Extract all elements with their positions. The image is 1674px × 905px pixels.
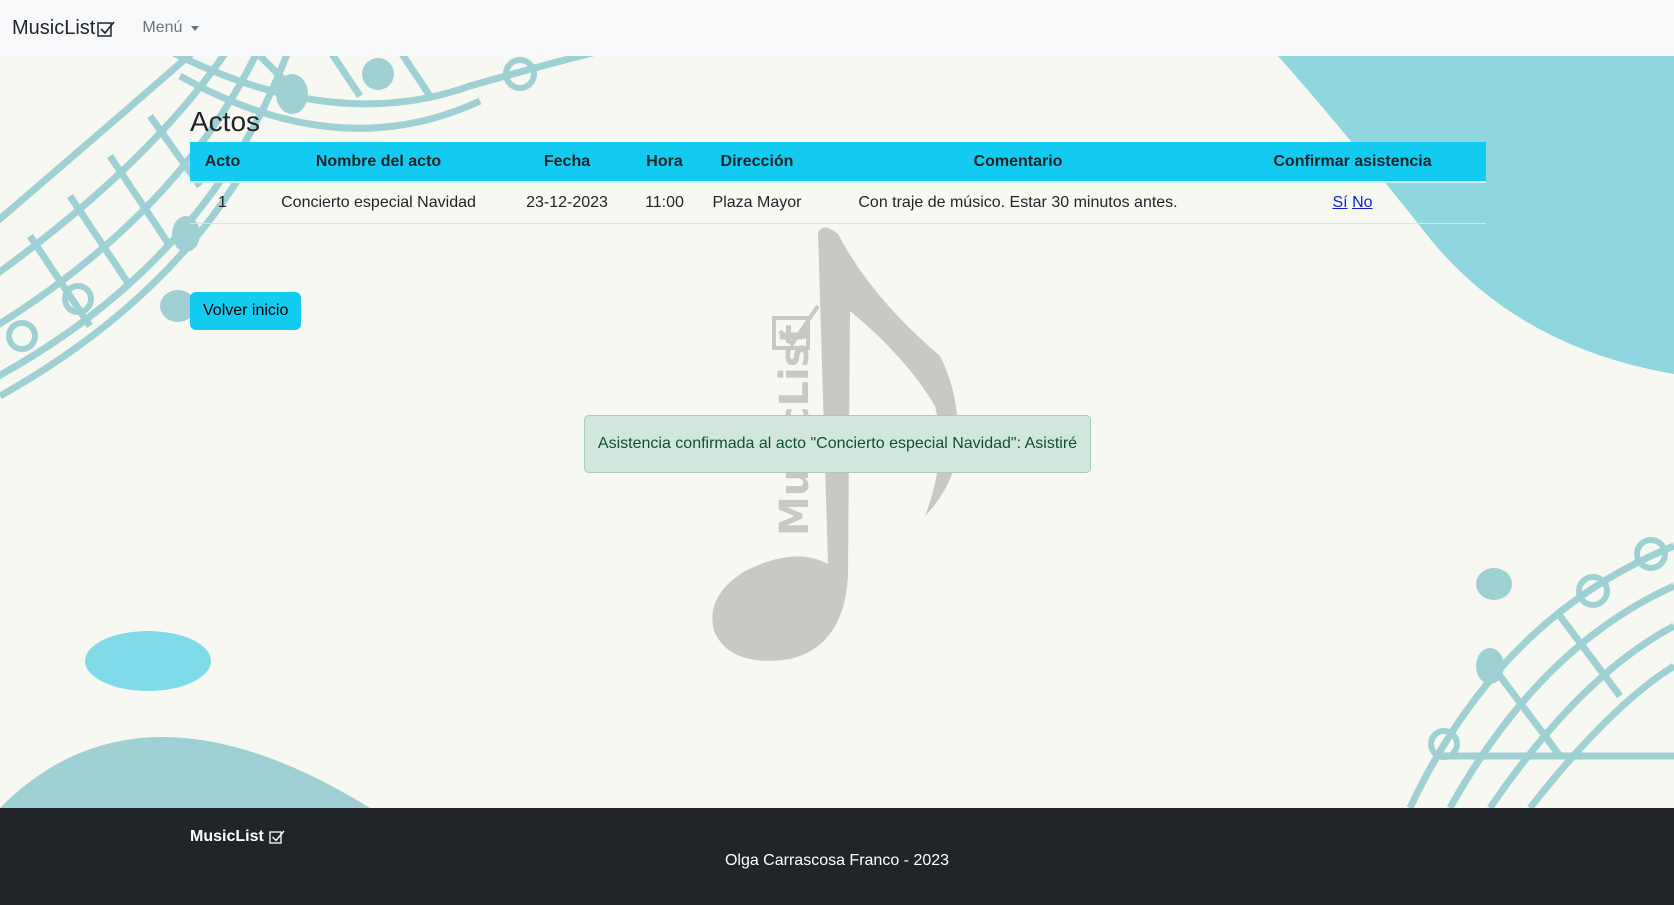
table-row: 1 Concierto especial Navidad 23-12-2023 …	[190, 182, 1486, 224]
checkbox-icon	[97, 21, 115, 37]
header-acto: Acto	[190, 142, 255, 183]
table-header-row: Acto Nombre del acto Fecha Hora Direcció…	[190, 142, 1486, 183]
navbar-brand-label: MusicList	[12, 16, 96, 39]
blob-bottom-left-large	[0, 737, 370, 808]
main-content: Actos Acto Nombre del acto Fecha Hora Di…	[190, 56, 1486, 330]
cell-fecha: 23-12-2023	[502, 182, 632, 224]
cell-direccion: Plaza Mayor	[697, 182, 817, 224]
alert-message: Asistencia confirmada al acto "Concierto…	[597, 435, 1078, 452]
header-confirmar: Confirmar asistencia	[1219, 142, 1486, 183]
acts-table: Acto Nombre del acto Fecha Hora Direcció…	[190, 142, 1486, 224]
navbar: MusicList Menú	[0, 0, 1674, 56]
cell-acto: 1	[190, 182, 255, 224]
header-hora: Hora	[632, 142, 697, 183]
menu-dropdown-label: Menú	[142, 19, 183, 36]
header-comentario: Comentario	[817, 142, 1219, 183]
success-alert: Asistencia confirmada al acto "Concierto…	[584, 415, 1091, 473]
footer: MusicList Olga Carrascosa Franco - 2023	[0, 808, 1674, 905]
footer-copyright: Olga Carrascosa Franco - 2023	[724, 852, 950, 869]
header-fecha: Fecha	[502, 142, 632, 183]
footer-brand-label: MusicList	[190, 828, 264, 845]
caret-down-icon	[191, 25, 200, 31]
cell-nombre: Concierto especial Navidad	[255, 182, 502, 224]
cell-confirmar: Sí No	[1219, 182, 1486, 224]
music-staff-bottom-right	[1406, 542, 1674, 808]
page-title: Actos	[190, 106, 261, 137]
blob-bottom-left-small	[85, 631, 211, 691]
header-nombre: Nombre del acto	[255, 142, 502, 183]
checkbox-icon	[269, 830, 285, 844]
confirm-yes-link[interactable]: Sí	[1332, 194, 1347, 211]
back-home-button[interactable]: Volver inicio	[190, 292, 302, 330]
cell-hora: 11:00	[632, 182, 697, 224]
confirm-no-link[interactable]: No	[1352, 194, 1372, 211]
menu-dropdown[interactable]: Menú	[142, 19, 200, 37]
navbar-brand[interactable]: MusicList	[12, 17, 116, 40]
footer-brand: MusicList	[190, 828, 285, 846]
cell-comentario: Con traje de músico. Estar 30 minutos an…	[817, 182, 1219, 224]
header-direccion: Dirección	[697, 142, 817, 183]
